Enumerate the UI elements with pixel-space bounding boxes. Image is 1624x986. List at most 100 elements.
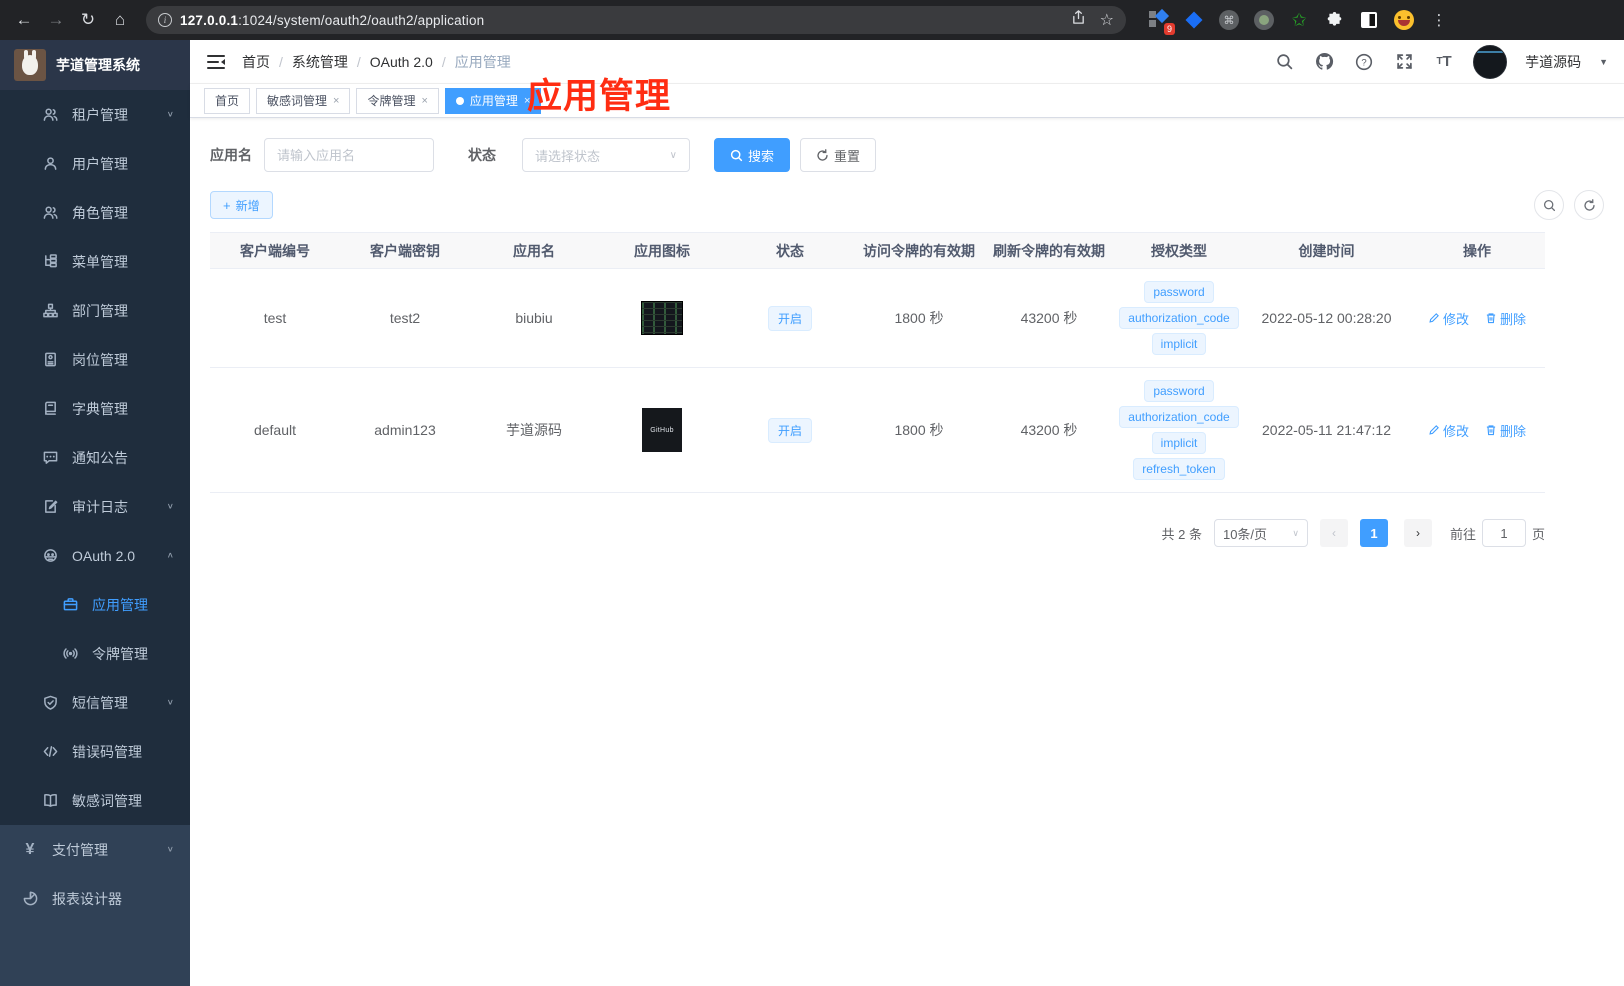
address-bar[interactable]: i 127.0.0.1:1024/system/oauth2/oauth2/ap… <box>146 6 1126 34</box>
tab-home[interactable]: 首页 <box>204 87 251 114</box>
header-search-icon[interactable] <box>1273 51 1295 73</box>
browser-home-icon[interactable]: ⌂ <box>106 6 134 34</box>
col-status: 状态 <box>726 232 854 269</box>
reset-button[interactable]: 重置 <box>800 138 877 172</box>
extension-command-icon[interactable]: ⌘ <box>1218 9 1240 31</box>
browser-menu-icon[interactable]: ⋮ <box>1428 9 1450 31</box>
table-row: default admin123 芋道源码 GitHub 开启 1800 秒 4… <box>210 367 1545 493</box>
sidebar-item-user[interactable]: 用户管理 <box>0 139 190 188</box>
user-menu-caret-icon[interactable]: ▼ <box>1599 57 1608 67</box>
extension-panel-icon[interactable] <box>1358 9 1380 31</box>
svg-text:?: ? <box>1361 57 1366 68</box>
briefcase-icon <box>62 597 78 613</box>
app-name-input[interactable] <box>277 147 421 163</box>
add-button[interactable]: + 新增 <box>210 191 273 219</box>
share-icon[interactable] <box>1071 10 1086 25</box>
sidebar-item-oauth-application[interactable]: 应用管理 <box>0 580 190 629</box>
cell-secret: admin123 <box>374 422 436 438</box>
sidebar-item-pay[interactable]: ¥ 支付管理 ∨ <box>0 825 190 874</box>
sidebar-item-sms[interactable]: 短信管理 ∨ <box>0 678 190 727</box>
sidebar-logo[interactable]: 芋道管理系统 <box>0 40 190 90</box>
sidebar-item-error-code[interactable]: 错误码管理 <box>0 727 190 776</box>
breadcrumb-home[interactable]: 首页 <box>242 52 270 72</box>
yen-icon: ¥ <box>25 840 35 858</box>
extension-star-icon[interactable]: ✩ <box>1288 9 1310 31</box>
grant-tag: password <box>1144 281 1214 303</box>
grant-tag: implicit <box>1151 432 1207 454</box>
page-number-1[interactable]: 1 <box>1359 519 1388 547</box>
next-page-button[interactable]: › <box>1403 519 1432 547</box>
users-icon <box>42 107 58 123</box>
browser-forward-icon[interactable]: → <box>42 6 70 34</box>
extension-grid-icon[interactable]: 9 <box>1148 8 1175 35</box>
sidebar-item-dict[interactable]: 字典管理 <box>0 384 190 433</box>
profile-emoji-icon[interactable] <box>1393 9 1415 31</box>
tree-menu-icon <box>42 254 58 270</box>
sidebar-item-dept[interactable]: 部门管理 <box>0 286 190 335</box>
extension-puzzle-icon[interactable] <box>1323 9 1345 31</box>
robot-icon <box>42 548 58 564</box>
users-icon <box>42 205 58 221</box>
sidebar-item-role[interactable]: 角色管理 <box>0 188 190 237</box>
edit-button[interactable]: 修改 <box>1428 421 1469 440</box>
fullscreen-icon[interactable] <box>1393 51 1415 73</box>
extension-record-icon[interactable] <box>1253 9 1275 31</box>
col-actions: 操作 <box>1409 232 1545 269</box>
browser-back-icon[interactable]: ← <box>10 6 38 34</box>
table-header-row: 客户端编号 客户端密钥 应用名 应用图标 状态 访问令牌的有效期 刷新令牌的有效… <box>210 232 1545 269</box>
status-select[interactable]: 请选择状态 ∨ <box>522 138 690 172</box>
user-name[interactable]: 芋道源码 <box>1525 52 1581 72</box>
help-icon[interactable]: ? <box>1353 51 1375 73</box>
org-chart-icon <box>42 303 58 319</box>
browser-reload-icon[interactable]: ↻ <box>74 6 102 34</box>
delete-button[interactable]: 删除 <box>1485 421 1526 440</box>
search-button[interactable]: 搜索 <box>714 138 791 172</box>
prev-page-button[interactable]: ‹ <box>1319 519 1348 547</box>
refresh-table-icon[interactable] <box>1574 190 1604 220</box>
goto-page-input[interactable] <box>1481 519 1526 547</box>
site-info-icon[interactable]: i <box>158 13 172 27</box>
app-name-label: 应用名 <box>210 147 252 163</box>
sidebar-item-oauth[interactable]: OAuth 2.0 ∧ <box>0 531 190 580</box>
page-size-select[interactable]: 10条/页 ∨ <box>1213 519 1308 547</box>
sidebar-item-sensitive-word[interactable]: 敏感词管理 <box>0 776 190 825</box>
sidebar-item-notice[interactable]: 通知公告 <box>0 433 190 482</box>
github-icon[interactable] <box>1313 51 1335 73</box>
shield-icon <box>42 695 58 711</box>
sidebar-item-menu[interactable]: 菜单管理 <box>0 237 190 286</box>
sidebar-item-tenant[interactable]: 租户管理 ∨ <box>0 90 190 139</box>
close-icon[interactable]: × <box>421 95 427 107</box>
cell-secret: test2 <box>389 310 421 326</box>
delete-button[interactable]: 删除 <box>1485 309 1526 328</box>
page-unit-label: 页 <box>1531 526 1545 542</box>
close-icon[interactable]: × <box>333 95 339 107</box>
sidebar-collapse-icon[interactable] <box>206 52 226 72</box>
breadcrumb-current: 应用管理 <box>454 53 511 70</box>
cell-client-id: default <box>253 422 297 438</box>
font-size-icon[interactable]: TT <box>1433 51 1455 73</box>
pagination: 共 2 条 10条/页∨ ‹ 1 › 前往 页 <box>210 519 1545 547</box>
col-client-id: 客户端编号 <box>210 232 340 269</box>
edit-button[interactable]: 修改 <box>1428 309 1469 328</box>
user-avatar[interactable] <box>1473 44 1508 79</box>
sidebar-item-post[interactable]: 岗位管理 <box>0 335 190 384</box>
col-refresh-ttl: 刷新令牌的有效期 <box>984 232 1114 269</box>
sidebar-item-oauth-token[interactable]: 令牌管理 <box>0 629 190 678</box>
report-icon <box>22 891 38 907</box>
bookmark-star-icon[interactable]: ☆ <box>1100 10 1114 30</box>
extension-diamond-icon[interactable] <box>1183 9 1205 31</box>
col-created: 创建时间 <box>1244 232 1409 269</box>
sidebar-item-report-designer[interactable]: 报表设计器 <box>0 874 190 923</box>
toggle-search-icon[interactable] <box>1534 190 1564 220</box>
tab-token[interactable]: 令牌管理 × <box>356 87 439 114</box>
sidebar-item-audit-log[interactable]: 审计日志 ∨ <box>0 482 190 531</box>
browser-chrome: ← → ↻ ⌂ i 127.0.0.1:1024/system/oauth2/o… <box>0 0 1624 40</box>
badge-icon <box>42 352 58 368</box>
cell-app-name: 芋道源码 <box>506 422 562 438</box>
tab-sensitive-word[interactable]: 敏感词管理 × <box>256 87 351 114</box>
table-toolbar: + 新增 <box>210 190 1604 220</box>
breadcrumb-system[interactable]: 系统管理 <box>292 52 348 72</box>
code-icon <box>42 744 58 760</box>
app-github-thumbnail: GitHub <box>642 408 682 452</box>
breadcrumb-oauth[interactable]: OAuth 2.0 <box>370 54 433 70</box>
